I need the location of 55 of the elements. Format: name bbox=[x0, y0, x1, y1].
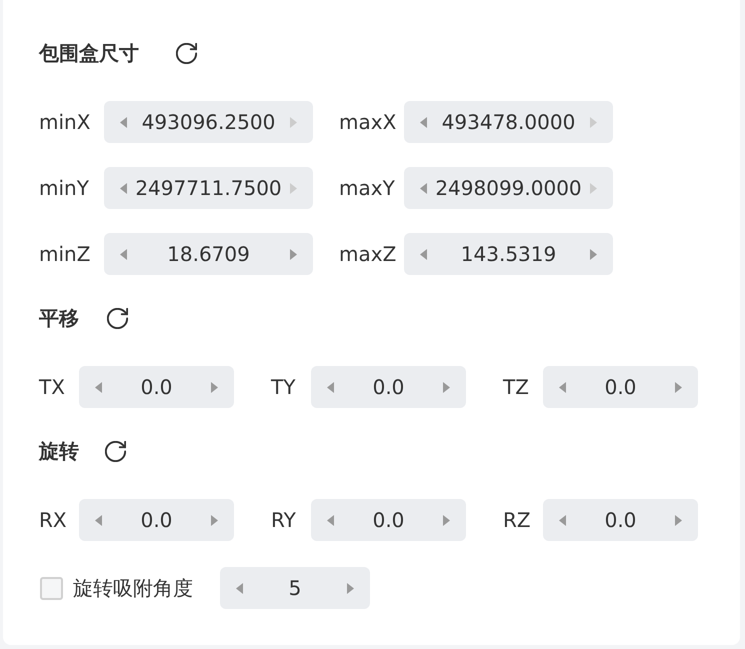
field-label: RY bbox=[271, 507, 297, 534]
field-label: maxY bbox=[339, 175, 396, 202]
field-label: TX bbox=[39, 374, 66, 401]
number-input[interactable]: 493096.2500 bbox=[104, 101, 313, 143]
left-triangle-icon[interactable] bbox=[120, 116, 127, 128]
left-triangle-icon[interactable] bbox=[95, 514, 102, 526]
number-input[interactable]: 0.0 bbox=[311, 499, 466, 541]
section-title: 包围盒尺寸 bbox=[39, 40, 139, 67]
number-input[interactable]: 0.0 bbox=[543, 499, 698, 541]
circular-arrow-icon[interactable] bbox=[105, 440, 126, 462]
field-label: maxZ bbox=[339, 241, 398, 268]
right-triangle-icon[interactable] bbox=[675, 382, 682, 392]
left-triangle-icon[interactable] bbox=[420, 182, 427, 194]
number-input[interactable]: 0.0 bbox=[79, 499, 234, 541]
number-input[interactable]: 0.0 bbox=[311, 366, 466, 408]
left-triangle-icon[interactable] bbox=[559, 382, 566, 392]
right-triangle-icon[interactable] bbox=[675, 514, 682, 526]
field-label: TY bbox=[271, 374, 296, 401]
number-input[interactable]: 2498099.0000 bbox=[404, 167, 613, 209]
circular-arrow-icon[interactable] bbox=[176, 42, 197, 64]
number-input[interactable]: 493478.0000 bbox=[404, 101, 613, 143]
field-label: minX bbox=[39, 109, 92, 136]
number-input[interactable]: 2497711.7500 bbox=[104, 167, 313, 209]
left-triangle-icon[interactable] bbox=[120, 248, 127, 260]
right-triangle-icon[interactable] bbox=[211, 382, 218, 392]
right-triangle-icon[interactable] bbox=[443, 382, 450, 392]
checkbox-label: 旋转吸附角度 bbox=[73, 575, 194, 602]
right-triangle-icon[interactable] bbox=[590, 248, 597, 260]
field-label: minY bbox=[39, 175, 90, 202]
number-input[interactable]: 0.0 bbox=[79, 366, 234, 408]
left-triangle-icon[interactable] bbox=[327, 382, 334, 392]
number-input[interactable]: 0.0 bbox=[543, 366, 698, 408]
right-triangle-icon[interactable] bbox=[211, 514, 218, 526]
number-input[interactable]: 143.5319 bbox=[404, 233, 613, 275]
right-triangle-icon[interactable] bbox=[290, 248, 297, 260]
field-label: RZ bbox=[503, 507, 532, 534]
left-triangle-icon[interactable] bbox=[236, 582, 243, 594]
section-title: 旋转 bbox=[39, 438, 79, 465]
circular-arrow-icon[interactable] bbox=[107, 308, 128, 328]
left-triangle-icon[interactable] bbox=[327, 514, 334, 526]
field-label: RX bbox=[39, 507, 68, 534]
left-triangle-icon[interactable] bbox=[559, 514, 566, 526]
number-input[interactable]: 5 bbox=[220, 567, 370, 609]
field-label: minZ bbox=[39, 241, 92, 268]
checkbox[interactable] bbox=[40, 576, 63, 600]
left-triangle-icon[interactable] bbox=[120, 182, 127, 194]
left-triangle-icon[interactable] bbox=[95, 382, 102, 392]
left-triangle-icon[interactable] bbox=[420, 116, 427, 128]
number-input[interactable]: 18.6709 bbox=[104, 233, 313, 275]
field-label: TZ bbox=[503, 374, 530, 401]
left-triangle-icon[interactable] bbox=[420, 248, 427, 260]
right-triangle-icon[interactable] bbox=[443, 514, 450, 526]
right-triangle-icon[interactable] bbox=[347, 582, 354, 594]
section-title: 平移 bbox=[39, 305, 79, 332]
field-label: maxX bbox=[339, 109, 398, 136]
